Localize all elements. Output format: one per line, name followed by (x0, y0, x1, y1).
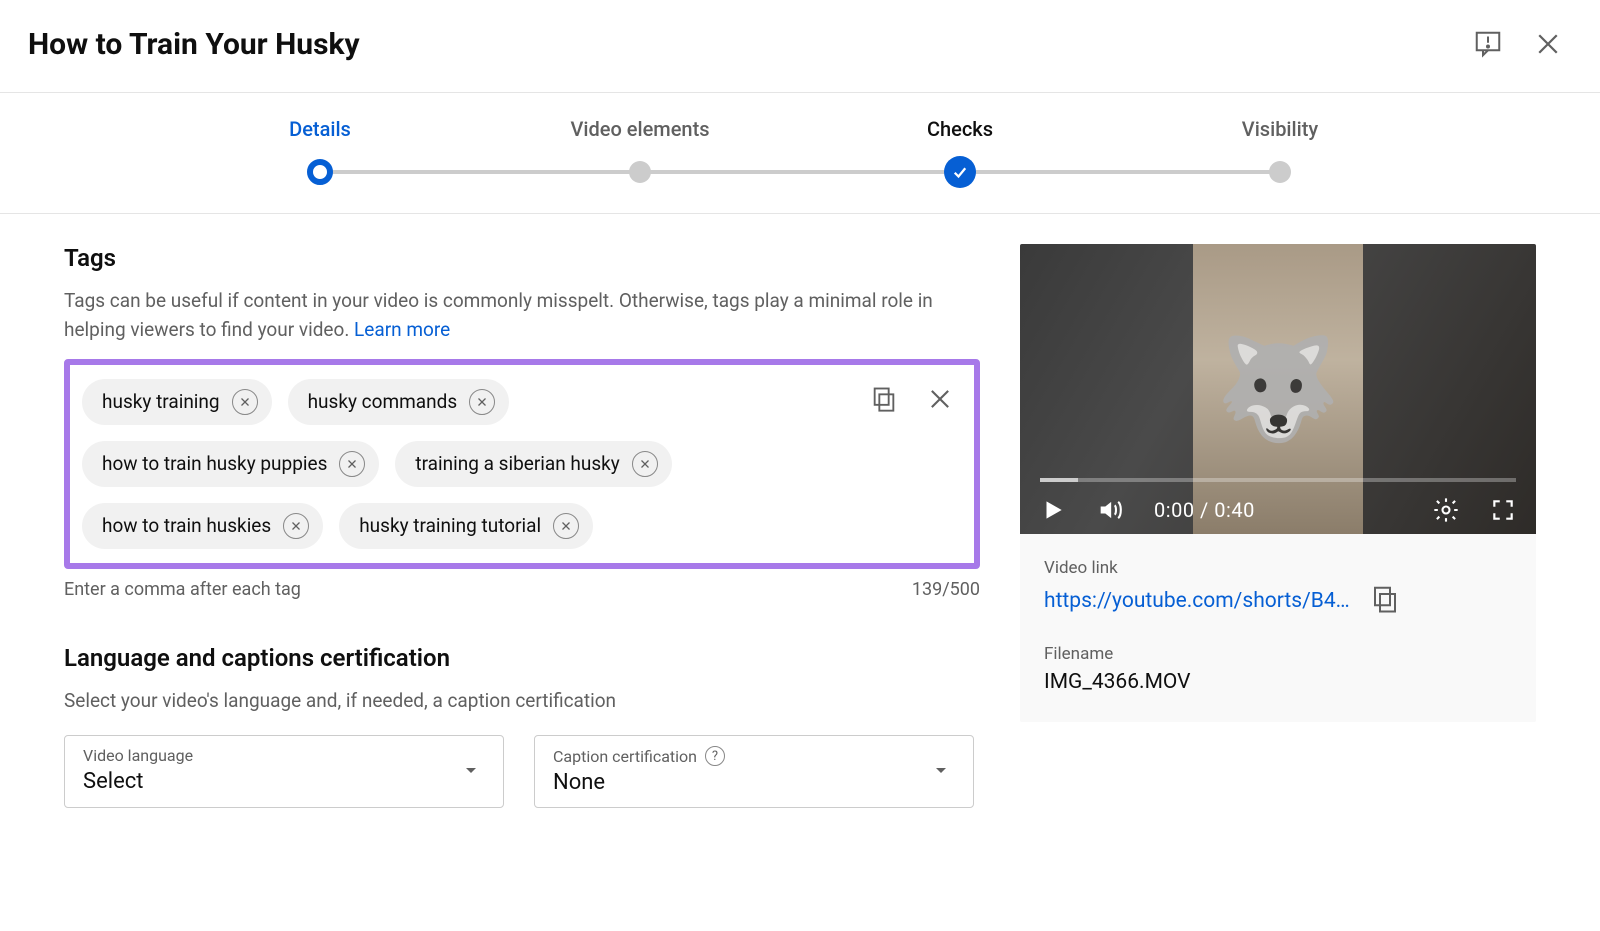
settings-icon[interactable] (1432, 496, 1460, 524)
chevron-down-icon (929, 758, 953, 786)
language-heading: Language and captions certification (64, 644, 980, 672)
filename-label: Filename (1044, 644, 1512, 664)
remove-tag-icon[interactable] (632, 451, 658, 477)
copy-link-icon[interactable] (1370, 584, 1400, 618)
close-icon[interactable] (1524, 20, 1572, 68)
tags-description: Tags can be useful if content in your vi… (64, 286, 980, 345)
fullscreen-icon[interactable] (1490, 497, 1516, 523)
step-video-elements[interactable]: Video elements (480, 117, 800, 185)
tag-label: husky training tutorial (359, 514, 541, 537)
tags-toolbar (870, 385, 954, 417)
language-description: Select your video's language and, if nee… (64, 686, 980, 715)
video-player[interactable]: 🐺 0:00 / 0:40 (1020, 244, 1536, 534)
help-icon[interactable]: ? (705, 746, 725, 766)
video-progress[interactable] (1040, 478, 1516, 482)
remove-tag-icon[interactable] (232, 389, 258, 415)
remove-tag-icon[interactable] (469, 389, 495, 415)
tag-label: husky training (102, 390, 220, 413)
upload-stepper: Details Video elements Checks Visibility (0, 93, 1600, 214)
video-language-select[interactable]: Video language Select (64, 735, 504, 808)
tag-label: how to train huskies (102, 514, 271, 537)
tags-input-container[interactable]: husky training husky commands how to train… (64, 359, 980, 569)
learn-more-link[interactable]: Learn more (354, 318, 450, 341)
step-label: Details (160, 117, 480, 141)
tags-hint: Enter a comma after each tag (64, 579, 301, 600)
tag-chip[interactable]: husky training (82, 379, 272, 425)
video-thumbnail: 🐺 (1193, 244, 1363, 534)
step-label: Video elements (480, 117, 800, 141)
remove-tag-icon[interactable] (339, 451, 365, 477)
filename-value: IMG_4366.MOV (1044, 670, 1512, 694)
tag-label: husky commands (308, 390, 458, 413)
tag-chip[interactable]: how to train husky puppies (82, 441, 379, 487)
tag-chip[interactable]: husky commands (288, 379, 510, 425)
select-value: None (553, 770, 955, 795)
tag-chip[interactable]: how to train huskies (82, 503, 323, 549)
step-visibility[interactable]: Visibility (1120, 117, 1440, 185)
tags-heading: Tags (64, 244, 980, 272)
tag-chip[interactable]: training a siberian husky (395, 441, 671, 487)
tag-label: how to train husky puppies (102, 452, 327, 475)
video-time: 0:00 / 0:40 (1154, 498, 1255, 522)
dialog-header: How to Train Your Husky (0, 0, 1600, 93)
tags-counter: 139/500 (912, 579, 980, 600)
select-value: Select (83, 769, 485, 794)
remove-tag-icon[interactable] (553, 513, 579, 539)
tag-label: training a siberian husky (415, 452, 619, 475)
video-link[interactable]: https://youtube.com/shorts/B4… (1044, 589, 1350, 613)
select-label: Caption certification ? (553, 746, 955, 766)
tag-chip[interactable]: husky training tutorial (339, 503, 593, 549)
step-label: Visibility (1120, 117, 1440, 141)
copy-tags-icon[interactable] (870, 385, 898, 417)
feedback-icon[interactable] (1464, 20, 1512, 68)
video-link-label: Video link (1044, 558, 1512, 578)
clear-tags-icon[interactable] (926, 385, 954, 417)
volume-icon[interactable] (1096, 496, 1124, 524)
caption-certification-select[interactable]: Caption certification ? None (534, 735, 974, 808)
step-details[interactable]: Details (160, 117, 480, 185)
video-preview-card: 🐺 0:00 / 0:40 (1020, 244, 1536, 722)
select-label: Video language (83, 746, 485, 765)
step-label: Checks (800, 117, 1120, 141)
remove-tag-icon[interactable] (283, 513, 309, 539)
page-title: How to Train Your Husky (28, 27, 1452, 62)
chevron-down-icon (459, 758, 483, 786)
step-checks[interactable]: Checks (800, 117, 1120, 185)
play-icon[interactable] (1040, 497, 1066, 523)
